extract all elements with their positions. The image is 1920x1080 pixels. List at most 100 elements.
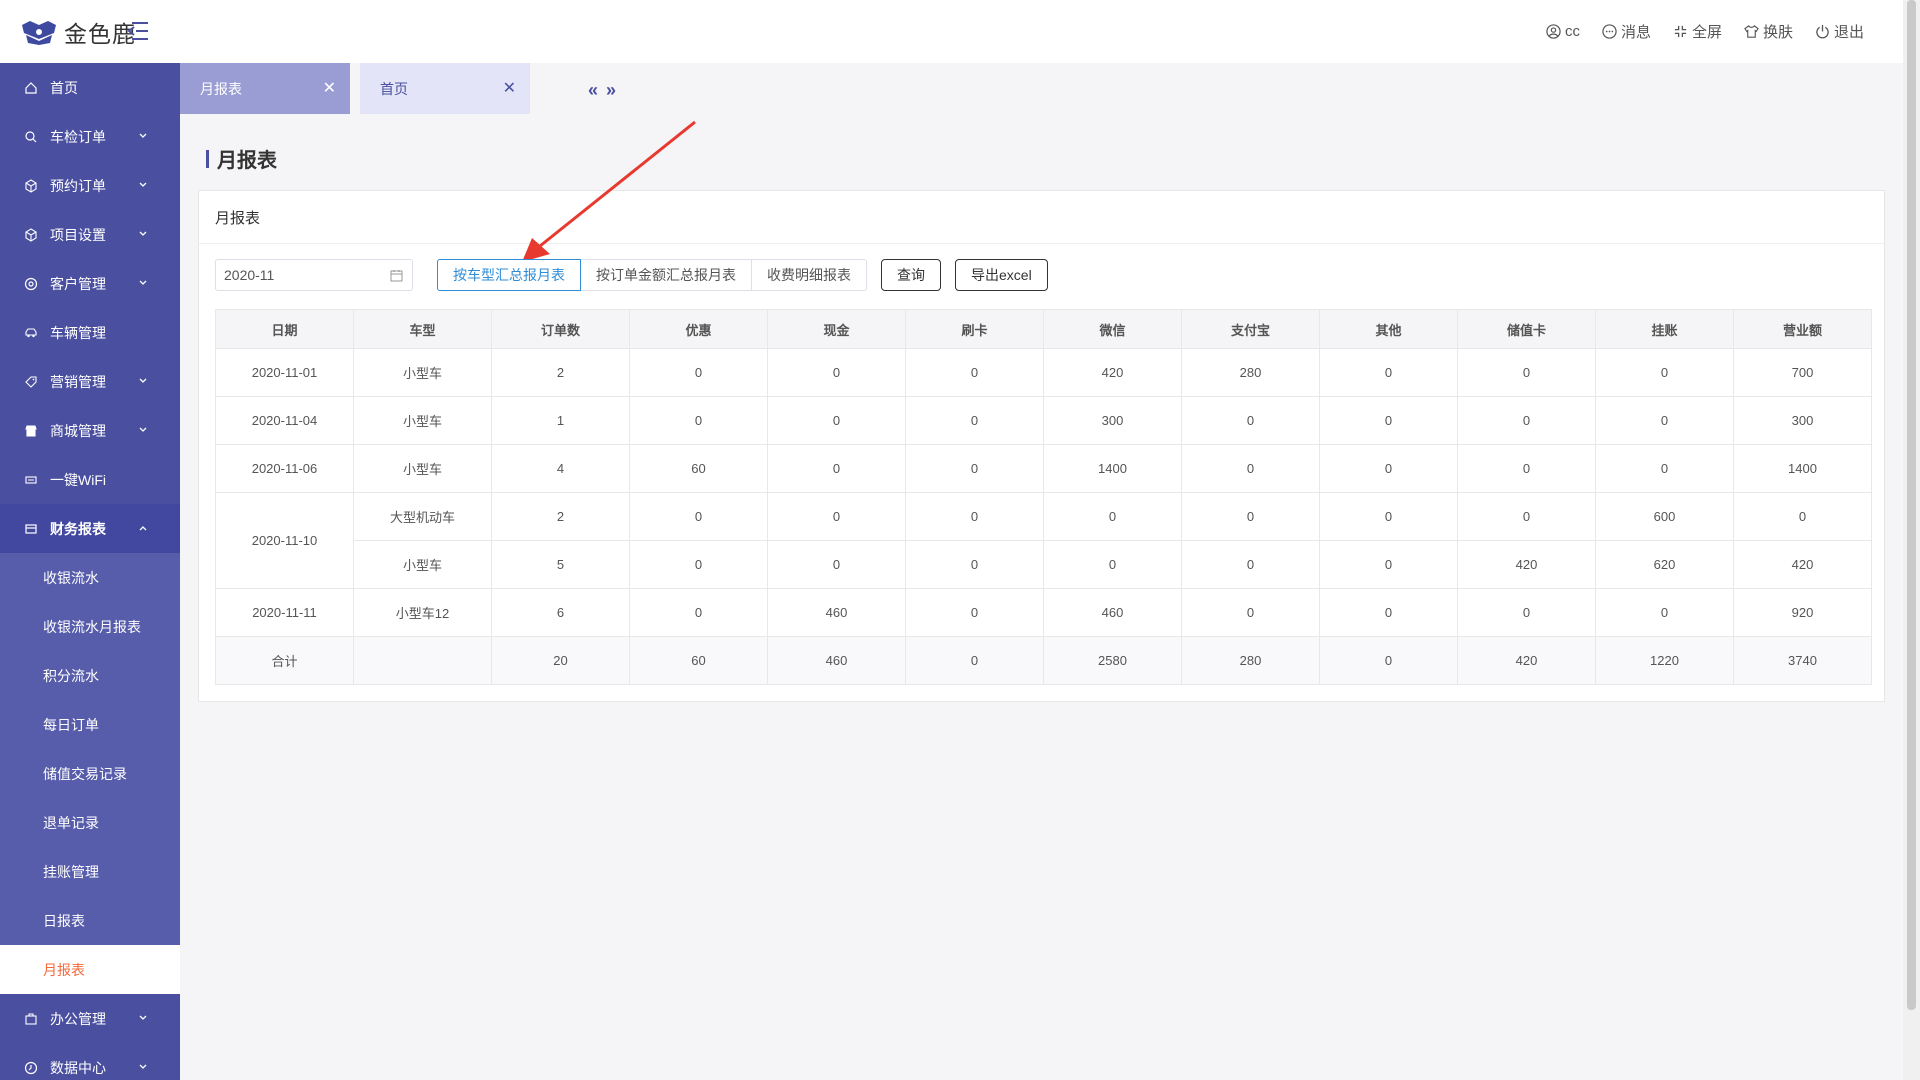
tab-next-icon[interactable]: » xyxy=(606,80,616,101)
cell-car-type: 小型车 xyxy=(353,396,492,445)
skin-button[interactable]: 换肤 xyxy=(1744,21,1793,42)
cell-value: 0 xyxy=(1181,492,1320,541)
scrollbar-thumb[interactable] xyxy=(1907,0,1916,1010)
briefcase-icon xyxy=(24,1012,38,1026)
submenu-item-credit[interactable]: 挂账管理 xyxy=(0,847,180,896)
table-row: 2020-11-11 小型车12 6 0 460 0 460 0 0 0 0 920 xyxy=(215,588,1872,637)
sidebar-item-label: 首页 xyxy=(50,79,78,96)
cell-value: 6 xyxy=(491,588,630,637)
calendar-icon xyxy=(390,270,403,282)
cell-value: 420 xyxy=(1043,348,1182,397)
cell-car-type xyxy=(353,636,492,685)
cell-value: 620 xyxy=(1595,540,1734,589)
cell-value: 0 xyxy=(1181,396,1320,445)
shirt-icon xyxy=(1744,25,1759,38)
chevron-down-icon xyxy=(139,378,147,383)
cell-total-value: 0 xyxy=(1319,636,1458,685)
report-toolbar: 2020-11 按车型汇总报月表 按订单金额汇总报月表 收费明细报表 查询 导出… xyxy=(215,259,1048,291)
close-icon[interactable]: ✕ xyxy=(323,80,336,97)
chevron-down-icon xyxy=(139,133,147,138)
submenu-item-daily-report[interactable]: 日报表 xyxy=(0,896,180,945)
cell-value: 420 xyxy=(1733,540,1872,589)
cell-date: 2020-11-04 xyxy=(215,396,354,445)
cell-value: 0 xyxy=(767,444,906,493)
fee-detail-button[interactable]: 收费明细报表 xyxy=(751,259,867,291)
submenu-item-cash-flow[interactable]: 收银流水 xyxy=(0,553,180,602)
sidebar-item-finance-reports[interactable]: 财务报表 xyxy=(0,504,180,553)
query-button[interactable]: 查询 xyxy=(881,259,941,291)
cell-value: 0 xyxy=(629,492,768,541)
tab-home[interactable]: 首页 ✕ xyxy=(360,63,530,114)
sidebar-item-reservation-orders[interactable]: 预约订单 xyxy=(0,161,180,210)
cell-value: 0 xyxy=(905,588,1044,637)
sidebar-item-inspection-orders[interactable]: 车检订单 xyxy=(0,112,180,161)
page-title: 月报表 xyxy=(206,144,277,173)
sidebar: 首页 车检订单 预约订单 项目设置 客户管理 车辆管理 营销管理 商城管理 一键… xyxy=(0,63,180,1080)
tab-monthly-report[interactable]: 月报表 ✕ xyxy=(180,63,350,114)
table-row: 2020-11-04 小型车 1 0 0 0 300 0 0 0 0 300 xyxy=(215,396,1872,445)
cell-value: 460 xyxy=(767,588,906,637)
submenu-item-stored-value[interactable]: 储值交易记录 xyxy=(0,749,180,798)
skin-label: 换肤 xyxy=(1762,24,1793,41)
export-excel-button[interactable]: 导出excel xyxy=(955,259,1048,291)
sidebar-item-mall[interactable]: 商城管理 xyxy=(0,406,180,455)
submenu-item-points-flow[interactable]: 积分流水 xyxy=(0,651,180,700)
messages-label: 消息 xyxy=(1620,24,1651,41)
sidebar-item-label: 营销管理 xyxy=(50,373,106,390)
submenu-item-cash-flow-monthly[interactable]: 收银流水月报表 xyxy=(0,602,180,651)
cell-value: 0 xyxy=(1319,396,1458,445)
chevron-up-icon xyxy=(139,526,147,531)
cell-value: 4 xyxy=(491,444,630,493)
sidebar-item-wifi[interactable]: 一键WiFi xyxy=(0,455,180,504)
cell-date: 2020-11-06 xyxy=(215,444,354,493)
cell-value: 2 xyxy=(491,348,630,397)
menu-collapse-icon[interactable] xyxy=(126,20,150,42)
logout-button[interactable]: 退出 xyxy=(1815,21,1864,42)
cell-value: 1400 xyxy=(1043,444,1182,493)
cell-value: 0 xyxy=(1319,588,1458,637)
cell-date: 2020-11-10 xyxy=(215,492,354,589)
by-order-amount-button[interactable]: 按订单金额汇总报月表 xyxy=(580,259,752,291)
sidebar-item-project-settings[interactable]: 项目设置 xyxy=(0,210,180,259)
cell-total-label: 合计 xyxy=(215,636,354,685)
cell-value: 0 xyxy=(767,348,906,397)
cell-total-value: 2580 xyxy=(1043,636,1182,685)
cell-value: 280 xyxy=(1181,348,1320,397)
report-icon xyxy=(24,522,38,536)
table-header-row: 日期 车型 订单数 优惠 现金 刷卡 微信 支付宝 其他 储值卡 挂账 营业额 xyxy=(215,309,1872,349)
chevron-down-icon xyxy=(139,427,147,432)
sidebar-item-home[interactable]: 首页 xyxy=(0,63,180,112)
finance-submenu: 收银流水 收银流水月报表 积分流水 每日订单 储值交易记录 退单记录 挂账管理 … xyxy=(0,553,180,994)
sidebar-item-customers[interactable]: 客户管理 xyxy=(0,259,180,308)
sidebar-item-data-center[interactable]: 数据中心 xyxy=(0,1043,180,1080)
user-menu[interactable]: cc xyxy=(1546,21,1580,42)
cell-value: 0 xyxy=(1595,588,1734,637)
page-scrollbar[interactable] xyxy=(1903,0,1920,1080)
month-picker[interactable]: 2020-11 xyxy=(215,259,413,291)
cell-value: 0 xyxy=(1733,492,1872,541)
column-header: 微信 xyxy=(1043,309,1182,349)
shop-icon xyxy=(24,424,38,438)
submenu-item-refunds[interactable]: 退单记录 xyxy=(0,798,180,847)
fullscreen-icon xyxy=(1674,25,1687,38)
close-icon[interactable]: ✕ xyxy=(503,80,516,97)
cell-value: 300 xyxy=(1043,396,1182,445)
cell-car-type: 小型车 xyxy=(353,348,492,397)
fullscreen-button[interactable]: 全屏 xyxy=(1673,21,1722,42)
submenu-item-monthly-report[interactable]: 月报表 xyxy=(0,945,180,994)
sidebar-item-marketing[interactable]: 营销管理 xyxy=(0,357,180,406)
cell-value: 600 xyxy=(1595,492,1734,541)
chevron-down-icon xyxy=(139,231,147,236)
table-row: 2020-11-10 大型机动车 2 0 0 0 0 0 0 0 600 0 xyxy=(215,492,1872,589)
box-icon xyxy=(24,227,38,242)
sidebar-item-office[interactable]: 办公管理 xyxy=(0,994,180,1043)
by-car-type-button[interactable]: 按车型汇总报月表 xyxy=(437,259,581,291)
sidebar-item-vehicles[interactable]: 车辆管理 xyxy=(0,308,180,357)
column-header: 储值卡 xyxy=(1457,309,1596,349)
cell-value: 0 xyxy=(1319,540,1458,589)
messages-button[interactable]: 消息 xyxy=(1602,21,1651,42)
tab-prev-icon[interactable]: « xyxy=(588,80,598,101)
column-header: 营业额 xyxy=(1733,309,1872,349)
submenu-item-daily-orders[interactable]: 每日订单 xyxy=(0,700,180,749)
column-header: 现金 xyxy=(767,309,906,349)
